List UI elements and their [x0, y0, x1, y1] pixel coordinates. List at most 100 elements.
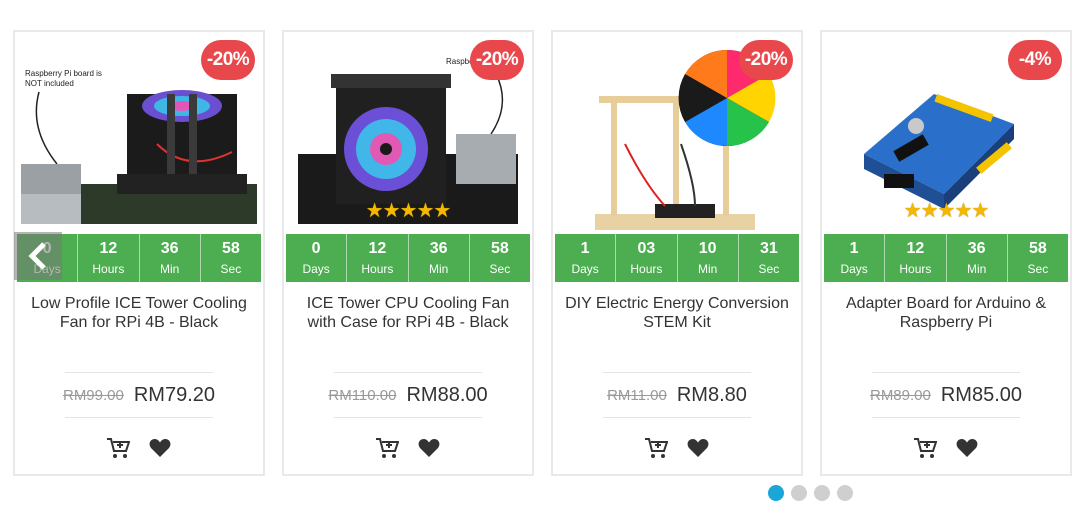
product-carousel: Raspberry Pi board is NOT included -20% … — [0, 0, 1086, 519]
countdown-seconds: 31 Sec — [739, 234, 799, 282]
add-to-cart-icon — [645, 438, 668, 458]
product-actions — [284, 436, 532, 460]
product-title[interactable]: ICE Tower CPU Cooling Fan with Case for … — [294, 294, 522, 332]
heart-icon — [687, 439, 709, 457]
countdown-days: 1 Days — [824, 234, 886, 282]
old-price: RM11.00 — [607, 386, 667, 404]
countdown-label: Days — [840, 261, 868, 276]
countdown-value: 58 — [490, 239, 509, 257]
countdown-seconds: 58 Sec — [201, 234, 261, 282]
countdown-label: Hours — [361, 261, 394, 276]
countdown-timer: 1 Days 12 Hours 36 Min 58 Sec — [824, 234, 1068, 282]
price-row: RM11.00 RM8.80 — [603, 372, 751, 418]
old-price: RM110.00 — [328, 386, 397, 404]
countdown-label: Min — [966, 261, 987, 276]
countdown-minutes: 36 Min — [140, 234, 201, 282]
countdown-value: 12 — [906, 239, 925, 257]
product-title[interactable]: DIY Electric Energy Conversion STEM Kit — [563, 294, 791, 332]
wishlist-button[interactable] — [685, 436, 711, 460]
countdown-value: 36 — [967, 239, 986, 257]
chevron-left-icon — [28, 242, 46, 270]
countdown-minutes: 10 Min — [678, 234, 739, 282]
countdown-label: Sec — [220, 261, 242, 276]
product-actions — [15, 436, 263, 460]
countdown-label: Sec — [758, 261, 780, 276]
countdown-label: Min — [159, 261, 180, 276]
wishlist-button[interactable] — [954, 436, 980, 460]
carousel-prev-button[interactable] — [14, 232, 62, 280]
countdown-label: Min — [428, 261, 449, 276]
add-to-cart-icon — [376, 438, 399, 458]
countdown-label: Days — [302, 261, 330, 276]
countdown-value: 12 — [368, 239, 387, 257]
countdown-minutes: 36 Min — [409, 234, 470, 282]
svg-text:Raspberry Pi board is: Raspberry Pi board is — [25, 69, 102, 78]
wishlist-button[interactable] — [147, 436, 173, 460]
countdown-value: 1 — [849, 239, 859, 257]
countdown-value: 0 — [311, 239, 321, 257]
add-to-cart-icon — [107, 438, 130, 458]
countdown-seconds: 58 Sec — [470, 234, 530, 282]
product-actions — [822, 436, 1070, 460]
countdown-timer: 0 Days 12 Hours 36 Min 58 Sec — [286, 234, 530, 282]
countdown-label: Sec — [489, 261, 511, 276]
current-price: RM85.00 — [940, 383, 1023, 406]
pagination-dot-4[interactable] — [837, 485, 853, 501]
countdown-value: 36 — [160, 239, 179, 257]
product-card[interactable]: Raspberry Pi ★★★★★ -20% 0Days 12Hours 36… — [282, 30, 534, 476]
heart-icon — [418, 439, 440, 457]
countdown-value: 31 — [759, 239, 778, 257]
countdown-hours: 03 Hours — [616, 234, 678, 282]
countdown-label: Sec — [1027, 261, 1049, 276]
svg-text:NOT included: NOT included — [25, 79, 74, 88]
add-to-cart-icon — [914, 438, 937, 458]
discount-badge: -20% — [739, 40, 793, 80]
countdown-label: Hours — [630, 261, 663, 276]
countdown-days: 0 Days — [286, 234, 348, 282]
countdown-value: 10 — [698, 239, 717, 257]
product-title[interactable]: Adapter Board for Arduino & Raspberry Pi — [832, 294, 1060, 332]
countdown-value: 12 — [99, 239, 118, 257]
countdown-value: 58 — [1028, 239, 1047, 257]
pagination-dot-2[interactable] — [791, 485, 807, 501]
countdown-hours: 12 Hours — [885, 234, 947, 282]
countdown-days: 1 Days — [555, 234, 617, 282]
countdown-seconds: 58 Sec — [1008, 234, 1068, 282]
price-row: RM99.00 RM79.20 — [62, 372, 216, 418]
current-price: RM8.80 — [676, 383, 747, 406]
countdown-value: 58 — [221, 239, 240, 257]
countdown-label: Days — [571, 261, 599, 276]
product-card[interactable]: -20% 1 Days 03 Hours 10 Min 31 Sec DIY Elect… — [551, 30, 803, 476]
price-row: RM89.00 RM85.00 — [869, 372, 1023, 418]
add-to-cart-button[interactable] — [105, 436, 131, 460]
countdown-label: Hours — [92, 261, 125, 276]
heart-icon — [149, 439, 171, 457]
countdown-label: Min — [697, 261, 718, 276]
rating-stars: ★★★★★ — [903, 200, 990, 222]
current-price: RM88.00 — [406, 383, 488, 406]
countdown-hours: 12 Hours — [347, 234, 409, 282]
countdown-minutes: 36 Min — [947, 234, 1008, 282]
old-price: RM89.00 — [869, 386, 931, 404]
countdown-value: 03 — [637, 239, 656, 257]
pagination-dot-1[interactable] — [768, 485, 784, 501]
heart-icon — [956, 439, 978, 457]
discount-badge: -20% — [470, 40, 524, 80]
add-to-cart-button[interactable] — [374, 436, 400, 460]
carousel-pagination — [768, 485, 853, 501]
add-to-cart-button[interactable] — [643, 436, 669, 460]
countdown-hours: 12 Hours — [78, 234, 140, 282]
price-row: RM110.00 RM88.00 — [328, 372, 488, 418]
old-price: RM99.00 — [62, 386, 124, 404]
countdown-value: 1 — [580, 239, 590, 257]
wishlist-button[interactable] — [416, 436, 442, 460]
countdown-timer: 1 Days 03 Hours 10 Min 31 Sec — [555, 234, 799, 282]
product-title[interactable]: Low Profile ICE Tower Cooling Fan for RP… — [25, 294, 253, 332]
product-card[interactable]: ★★★★★ -4% 1 Days 12 Hours 36 Min 58 Sec Adap… — [820, 30, 1072, 476]
product-actions — [553, 436, 801, 460]
current-price: RM79.20 — [133, 383, 216, 406]
discount-badge: -20% — [201, 40, 255, 80]
pagination-dot-3[interactable] — [814, 485, 830, 501]
add-to-cart-button[interactable] — [912, 436, 938, 460]
discount-badge: -4% — [1008, 40, 1062, 80]
